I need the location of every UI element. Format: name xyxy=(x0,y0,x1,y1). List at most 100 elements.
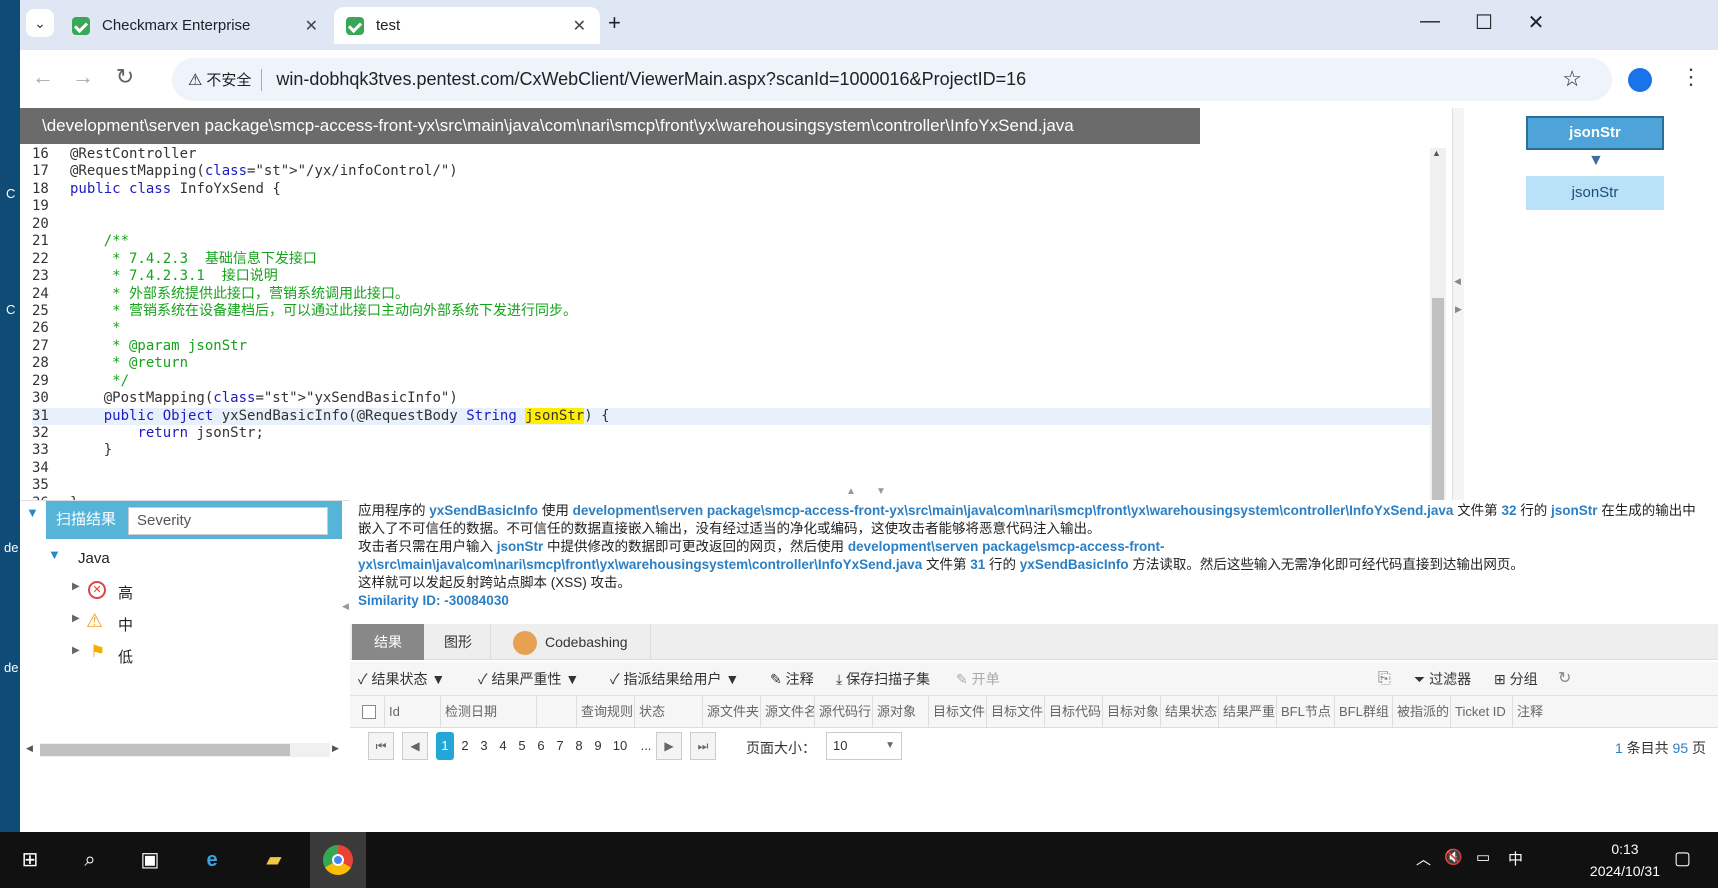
refresh-icon[interactable]: ↻ xyxy=(1558,662,1571,696)
open-ticket-button[interactable]: ✎ 开单 xyxy=(956,662,1000,696)
column-header[interactable]: 状态 xyxy=(634,696,702,728)
tab-test[interactable]: test ✕ xyxy=(334,7,600,44)
horizontal-splitter[interactable]: ▲ ▼ xyxy=(20,486,1718,500)
collapse-panel-icon[interactable]: ◀ xyxy=(342,601,349,612)
next-page-icon[interactable]: ▶ xyxy=(656,732,682,760)
reload-icon[interactable]: ↻ xyxy=(110,64,140,90)
export-icon[interactable]: ⎘ xyxy=(1378,662,1391,696)
page-current[interactable]: 1 xyxy=(436,732,454,760)
page-number[interactable]: 2 xyxy=(456,732,474,760)
column-header[interactable]: BFL节点 xyxy=(1276,696,1334,728)
collapse-right-icon[interactable]: ▶ xyxy=(1455,304,1462,315)
select-all-checkbox[interactable] xyxy=(362,705,376,719)
bookmark-star-icon[interactable]: ☆ xyxy=(1562,66,1582,92)
column-header[interactable]: 被指派的 xyxy=(1392,696,1450,728)
column-header[interactable]: 检测日期 xyxy=(440,696,536,728)
page-number[interactable]: 6 xyxy=(532,732,550,760)
expand-java-icon[interactable]: ▼ xyxy=(48,547,61,562)
page-number[interactable]: 8 xyxy=(570,732,588,760)
column-header[interactable]: 源文件名 xyxy=(760,696,814,728)
forward-icon[interactable]: → xyxy=(68,64,98,90)
first-page-icon[interactable]: ⏮ xyxy=(368,732,394,760)
ime-indicator[interactable]: 中 xyxy=(1508,848,1523,869)
page-number[interactable]: 5 xyxy=(513,732,531,760)
scroll-thumb[interactable] xyxy=(1432,298,1444,510)
scroll-right-icon[interactable]: ▶ xyxy=(332,743,339,754)
column-header[interactable]: 查询规则 xyxy=(576,696,634,728)
minimize-icon[interactable]: — xyxy=(1410,10,1450,33)
scroll-thumb[interactable] xyxy=(40,744,290,756)
panel-divider[interactable]: ◀ ▶ xyxy=(1452,108,1464,540)
page-number[interactable]: 3 xyxy=(475,732,493,760)
result-status-dropdown[interactable]: ✓ 结果状态 ▼ xyxy=(358,662,445,696)
notification-icon[interactable]: ▢ xyxy=(1674,848,1691,869)
start-windows-icon[interactable]: ⊞ xyxy=(14,844,46,876)
column-header[interactable]: 目标文件 xyxy=(928,696,986,728)
collapse-toggle-icon[interactable]: ▼ xyxy=(26,505,39,520)
page-number[interactable]: ... xyxy=(634,732,658,760)
search-icon[interactable]: ⌕ xyxy=(74,844,106,876)
chrome-icon[interactable] xyxy=(310,832,366,888)
volume-muted-icon[interactable]: 🔇 xyxy=(1444,848,1463,866)
column-header[interactable]: Id xyxy=(384,696,440,728)
page-number[interactable]: 9 xyxy=(589,732,607,760)
file-explorer-icon[interactable]: ▰ xyxy=(258,844,290,876)
flow-node-source[interactable]: jsonStr xyxy=(1526,116,1664,150)
column-header[interactable]: BFL群组 xyxy=(1334,696,1392,728)
variable-link[interactable]: jsonStr xyxy=(497,539,544,554)
line-link[interactable]: 31 xyxy=(970,557,985,572)
tab-results[interactable]: 结果 xyxy=(352,624,424,660)
tree-high[interactable]: 高 xyxy=(118,582,133,603)
address-bar[interactable]: ⚠ 不安全 win-dobhqk3tves.pentest.com/CxWebC… xyxy=(172,58,1612,101)
code-viewer[interactable]: 16 @RestController 17 @RequestMapping(class… xyxy=(32,146,1430,530)
url-text[interactable]: win-dobhqk3tves.pentest.com/CxWebClient/… xyxy=(276,69,1026,90)
column-header[interactable]: 注释 xyxy=(1512,696,1572,728)
tab-graph[interactable]: 图形 xyxy=(422,624,494,660)
expand-high-icon[interactable]: ▶ xyxy=(72,581,80,592)
method-link[interactable]: yxSendBasicInfo xyxy=(429,503,538,518)
task-view-icon[interactable]: ▣ xyxy=(134,844,166,876)
result-severity-dropdown[interactable]: ✓ 结果严重性 ▼ xyxy=(478,662,579,696)
close-tab-icon[interactable]: ✕ xyxy=(305,16,318,36)
internet-explorer-icon[interactable]: e xyxy=(196,844,228,876)
method-link[interactable]: yxSendBasicInfo xyxy=(1020,557,1129,572)
scroll-left-icon[interactable]: ◀ xyxy=(26,743,33,754)
comment-button[interactable]: ✎ 注释 xyxy=(770,662,814,696)
group-button[interactable]: ⊞ 分组 xyxy=(1494,662,1538,696)
expand-up-icon[interactable]: ▲ xyxy=(846,486,856,497)
collapse-left-icon[interactable]: ◀ xyxy=(1454,276,1461,287)
column-header[interactable]: 源代码行 xyxy=(814,696,872,728)
maximize-icon[interactable]: ☐ xyxy=(1464,10,1504,35)
tree-language-java[interactable]: Java xyxy=(78,550,110,567)
column-header[interactable]: 目标对象 xyxy=(1102,696,1160,728)
page-number[interactable]: 7 xyxy=(551,732,569,760)
prev-page-icon[interactable]: ◀ xyxy=(402,732,428,760)
page-number[interactable]: 10 xyxy=(608,732,632,760)
column-header[interactable]: 结果严重 xyxy=(1218,696,1276,728)
tree-horizontal-scrollbar[interactable] xyxy=(40,743,330,757)
tree-low[interactable]: 低 xyxy=(118,646,133,667)
file-link[interactable]: development\serven package\smcp-access-f… xyxy=(573,503,1454,518)
column-header[interactable]: 目标文件 xyxy=(986,696,1044,728)
new-tab-button[interactable]: + xyxy=(608,10,621,36)
column-header[interactable]: Ticket ID xyxy=(1450,696,1512,728)
tab-search-button[interactable]: ⌄ xyxy=(26,9,54,37)
tab-checkmarx[interactable]: Checkmarx Enterprise ✕ xyxy=(60,7,332,44)
code-scrollbar[interactable]: ▲ ▼ xyxy=(1430,148,1446,530)
scroll-up-icon[interactable]: ▲ xyxy=(1432,148,1441,158)
column-header[interactable]: 源文件夹 xyxy=(702,696,760,728)
browser-menu-icon[interactable]: ⋮ xyxy=(1680,64,1702,90)
page-number[interactable]: 4 xyxy=(494,732,512,760)
network-icon[interactable]: ▭ xyxy=(1476,848,1490,866)
assign-user-dropdown[interactable]: ✓ 指派结果给用户 ▼ xyxy=(610,662,739,696)
expand-down-icon[interactable]: ▼ xyxy=(876,486,886,497)
column-header[interactable]: 源对象 xyxy=(872,696,928,728)
variable-link[interactable]: jsonStr xyxy=(1551,503,1598,518)
flow-node-sink[interactable]: jsonStr xyxy=(1526,176,1664,210)
expand-medium-icon[interactable]: ▶ xyxy=(72,613,80,624)
close-window-icon[interactable]: ✕ xyxy=(1516,10,1556,35)
line-link[interactable]: 32 xyxy=(1501,503,1516,518)
expand-low-icon[interactable]: ▶ xyxy=(72,645,80,656)
warning-icon[interactable]: ⚠ xyxy=(188,70,202,90)
group-by-select[interactable]: Severity xyxy=(128,507,328,535)
